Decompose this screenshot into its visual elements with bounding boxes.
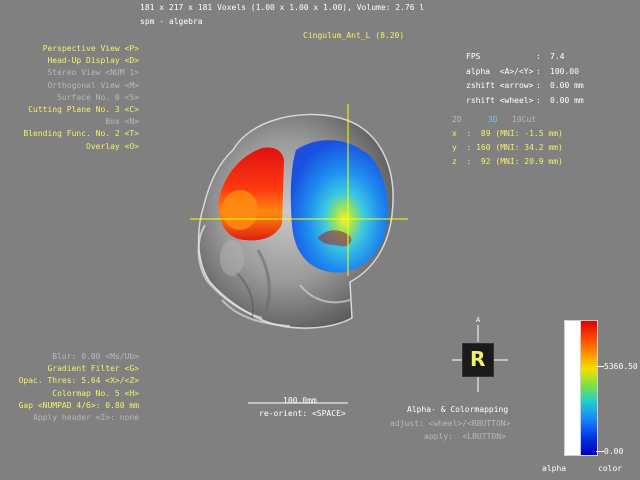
stat-zshift[interactable]: zshift <arrow>:0.00 mm — [466, 72, 584, 90]
colormapping-title: Alpha- & Colormapping — [407, 405, 509, 414]
colorbar-color-label: color — [598, 464, 623, 473]
orientation-cube[interactable]: R — [462, 343, 494, 377]
colormapping-apply-hint: apply: <LBUTTON> — [424, 432, 506, 441]
coord-x: x : 89 (MNI: -1.5 mm) — [452, 129, 563, 138]
stat-rshift[interactable]: rshift <wheel>:0.00 mm — [466, 87, 584, 105]
menu-colormap[interactable]: Colormap No. 5 <H> — [19, 388, 139, 400]
orientation-cube-letter: R — [470, 347, 486, 371]
menu-head-up-display[interactable]: Head-Up Display <D> — [23, 55, 139, 67]
colorbar-alpha-label: alpha — [542, 464, 567, 473]
view-mode-2d[interactable]: 2D — [452, 114, 462, 125]
colorbar-min-tick — [596, 451, 604, 452]
scale-bar-length: 100.0mm — [283, 396, 317, 405]
menu-blending-func[interactable]: Blending Func. No. 2 <T> — [23, 128, 139, 140]
menu-perspective-view[interactable]: Perspective View <P> — [23, 43, 139, 55]
menu-gradient-filter[interactable]: Gradient Filter <G> — [19, 363, 139, 375]
coord-z: z : 92 (MNI: 20.9 mm) — [452, 157, 563, 166]
view-mode-10cut[interactable]: 10Cut — [512, 114, 536, 125]
colorbar-min-value: 0.00 — [604, 447, 624, 456]
menu-cutting-plane[interactable]: Cutting Plane No. 3 <C> — [23, 104, 139, 116]
menu-orthogonal-view[interactable]: Orthogonal View <M> — [23, 80, 139, 92]
colorbar-max-tick — [596, 366, 604, 367]
activation-right-hemisphere — [290, 140, 388, 273]
render-stats: FPS:7.4 alpha <A>/<Y>:100.00 zshift <arr… — [466, 43, 584, 105]
dataset-name: spm - algebra — [140, 17, 203, 26]
stat-alpha[interactable]: alpha <A>/<Y>:100.00 — [466, 58, 579, 76]
menu-opacity-threshold[interactable]: Opac. Thres: 5.64 <X>/<Z> — [19, 375, 139, 387]
menu-surface[interactable]: Surface No. 0 <S> — [23, 92, 139, 104]
color-bar[interactable] — [580, 320, 598, 456]
region-label: Cingulum_Ant_L (8.20) — [303, 31, 405, 40]
menu-overlay[interactable]: Overlay <O> — [23, 141, 139, 153]
coord-y: y : 160 (MNI: 34.2 mm) — [452, 143, 563, 152]
svg-text:A: A — [476, 316, 481, 324]
render-options-menu: Perspective View <P> Head-Up Display <D>… — [23, 43, 139, 153]
filter-options-menu: Blur: 0.00 <Ms/Ub> Gradient Filter <G> O… — [19, 351, 139, 424]
menu-box[interactable]: Box <N> — [23, 116, 139, 128]
menu-blur[interactable]: Blur: 0.00 <Ms/Ub> — [19, 351, 139, 363]
menu-stereo-view[interactable]: Stereo View <NUM 1> — [23, 67, 139, 79]
colormapping-adjust-hint: adjust: <wheel>/<RBUTTON> — [390, 419, 511, 428]
stat-fps: FPS:7.4 — [466, 52, 565, 61]
menu-apply-header[interactable]: Apply header <I>: none — [19, 412, 139, 424]
reorient-hint[interactable]: re-orient: <SPACE> — [259, 408, 346, 419]
menu-gap[interactable]: Gap <NUMPAD 4/6>: 0.80 mm — [19, 400, 139, 412]
view-mode-3d[interactable]: 3D — [488, 114, 498, 125]
volume-info: 181 x 217 x 181 Voxels (1.00 x 1.00 x 1.… — [140, 3, 425, 12]
colorbar-max-value: 5360.50 — [604, 362, 638, 371]
